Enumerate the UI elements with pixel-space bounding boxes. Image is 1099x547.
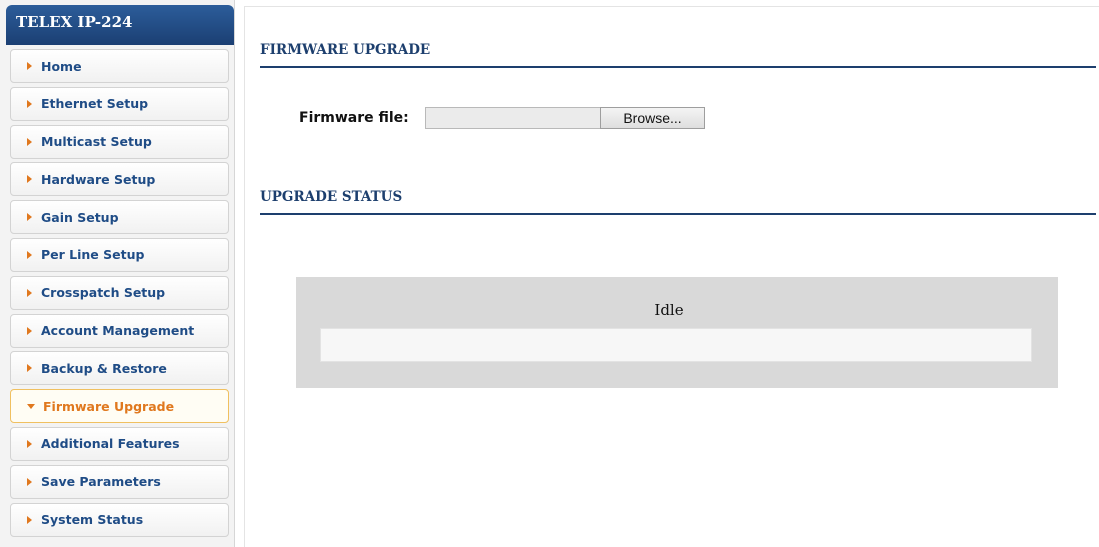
sidebar-item-label: Crosspatch Setup (41, 285, 166, 301)
sidebar-item-label: Home (41, 58, 82, 74)
sidebar-item-hardware-setup[interactable]: Hardware Setup (10, 162, 229, 197)
chevron-right-icon (27, 288, 32, 297)
firmware-file-input[interactable] (425, 107, 601, 129)
sidebar-item-firmware-upgrade[interactable]: Firmware Upgrade (10, 389, 229, 424)
device-title: TELEX IP-224 (6, 5, 234, 45)
sidebar-item-per-line-setup[interactable]: Per Line Setup (10, 237, 229, 272)
main-content: FIRMWARE UPGRADE Firmware file: Browse..… (244, 6, 1099, 547)
chevron-right-icon (27, 515, 32, 524)
firmware-file-label: Firmware file: (299, 110, 409, 126)
chevron-right-icon (27, 175, 32, 184)
sidebar-nav: Home Ethernet Setup Multicast Setup Hard… (10, 49, 229, 540)
sidebar: TELEX IP-224 Home Ethernet Setup Multica… (0, 0, 235, 547)
chevron-right-icon (27, 439, 32, 448)
sidebar-item-crosspatch-setup[interactable]: Crosspatch Setup (10, 275, 229, 310)
page: TELEX IP-224 Home Ethernet Setup Multica… (0, 0, 1099, 547)
chevron-right-icon (27, 364, 32, 373)
firmware-upgrade-heading: FIRMWARE UPGRADE (260, 42, 431, 58)
sidebar-item-label: Backup & Restore (41, 360, 167, 376)
sidebar-item-label: Ethernet Setup (41, 96, 149, 112)
sidebar-item-label: Firmware Upgrade (43, 398, 175, 414)
sidebar-item-label: Save Parameters (41, 474, 161, 490)
browse-button[interactable]: Browse... (600, 107, 705, 129)
sidebar-item-label: Gain Setup (41, 209, 119, 225)
section-divider (260, 66, 1096, 68)
sidebar-item-additional-features[interactable]: Additional Features (10, 426, 229, 461)
progress-bar (320, 328, 1032, 362)
sidebar-item-label: Account Management (41, 323, 195, 339)
chevron-right-icon (27, 326, 32, 335)
sidebar-item-label: Hardware Setup (41, 171, 156, 187)
sidebar-item-backup-restore[interactable]: Backup & Restore (10, 351, 229, 386)
chevron-right-icon (27, 62, 32, 70)
chevron-down-icon (27, 403, 35, 409)
upgrade-status-heading: UPGRADE STATUS (260, 189, 403, 205)
sidebar-item-account-management[interactable]: Account Management (10, 313, 229, 348)
sidebar-item-system-status[interactable]: System Status (10, 502, 229, 537)
section-divider (260, 213, 1096, 215)
sidebar-item-label: Per Line Setup (41, 247, 145, 263)
sidebar-item-label: Multicast Setup (41, 134, 152, 150)
sidebar-item-label: Additional Features (41, 436, 180, 452)
chevron-right-icon (27, 477, 32, 486)
chevron-right-icon (27, 250, 32, 259)
sidebar-item-save-parameters[interactable]: Save Parameters (10, 464, 229, 499)
chevron-right-icon (27, 213, 32, 222)
sidebar-item-label: System Status (41, 512, 144, 528)
status-panel: Idle (296, 277, 1058, 388)
sidebar-item-ethernet-setup[interactable]: Ethernet Setup (10, 86, 229, 121)
sidebar-item-multicast-setup[interactable]: Multicast Setup (10, 124, 229, 159)
sidebar-item-home[interactable]: Home (10, 49, 229, 83)
sidebar-item-gain-setup[interactable]: Gain Setup (10, 200, 229, 235)
status-text: Idle (654, 301, 684, 319)
chevron-right-icon (27, 137, 32, 146)
chevron-right-icon (27, 99, 32, 108)
